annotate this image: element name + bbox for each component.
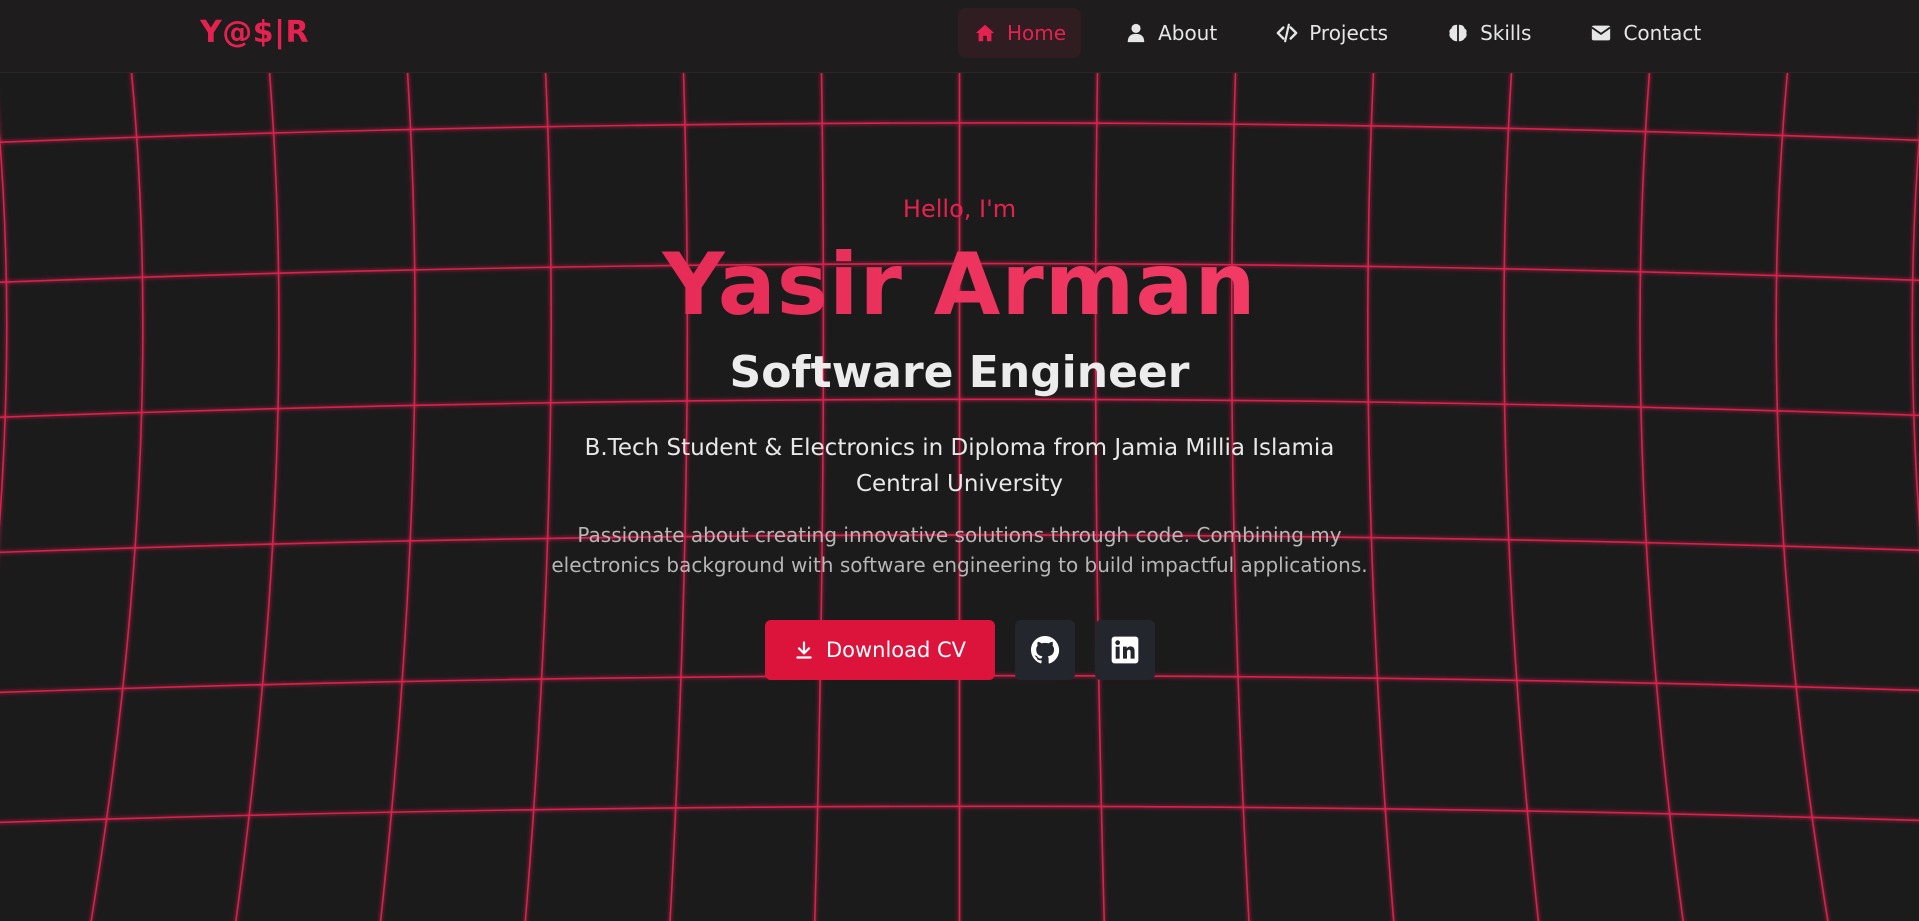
- nav-item-label: Projects: [1309, 21, 1389, 45]
- linkedin-icon: [1111, 636, 1139, 664]
- nav-item-label: Skills: [1480, 21, 1532, 45]
- hero-section: Hello, I'm Yasir Arman Software Engineer…: [0, 0, 1919, 921]
- envelope-icon: [1589, 21, 1613, 45]
- hero-name: Yasir Arman: [0, 235, 1919, 335]
- github-button[interactable]: [1015, 620, 1075, 680]
- download-cv-label: Download CV: [825, 638, 967, 662]
- user-icon: [1124, 21, 1148, 45]
- nav-item-label: Contact: [1623, 21, 1702, 45]
- code-icon: [1275, 21, 1299, 45]
- logo[interactable]: Y@$|R: [200, 15, 309, 50]
- nav-item-contact[interactable]: Contact: [1574, 8, 1716, 58]
- navbar: Y@$|R Home About Projects Skills Contact: [0, 0, 1919, 73]
- linkedin-button[interactable]: [1095, 620, 1155, 680]
- nav-item-label: About: [1158, 21, 1218, 45]
- nav-item-home[interactable]: Home: [958, 8, 1082, 58]
- github-icon: [1031, 636, 1060, 664]
- nav-item-projects[interactable]: Projects: [1260, 8, 1403, 58]
- download-icon: [794, 640, 814, 660]
- download-cv-button[interactable]: Download CV: [765, 620, 995, 680]
- hero-greeting: Hello, I'm: [902, 195, 1017, 223]
- hero-education: B.Tech Student & Electronics in Diploma …: [584, 435, 1335, 497]
- home-icon: [973, 21, 997, 45]
- page: Y@$|R Home About Projects Skills Contact…: [0, 0, 1919, 921]
- nav-item-label: Home: [1007, 21, 1067, 45]
- nav-links: Home About Projects Skills Contact: [958, 8, 1734, 58]
- hero-about: Passionate about creating innovative sol…: [551, 523, 1368, 577]
- nav-item-skills[interactable]: Skills: [1431, 8, 1546, 58]
- hero-role: Software Engineer: [729, 347, 1190, 398]
- brain-icon: [1446, 21, 1470, 45]
- nav-item-about[interactable]: About: [1109, 8, 1232, 58]
- hero-actions: Download CV: [765, 620, 1155, 680]
